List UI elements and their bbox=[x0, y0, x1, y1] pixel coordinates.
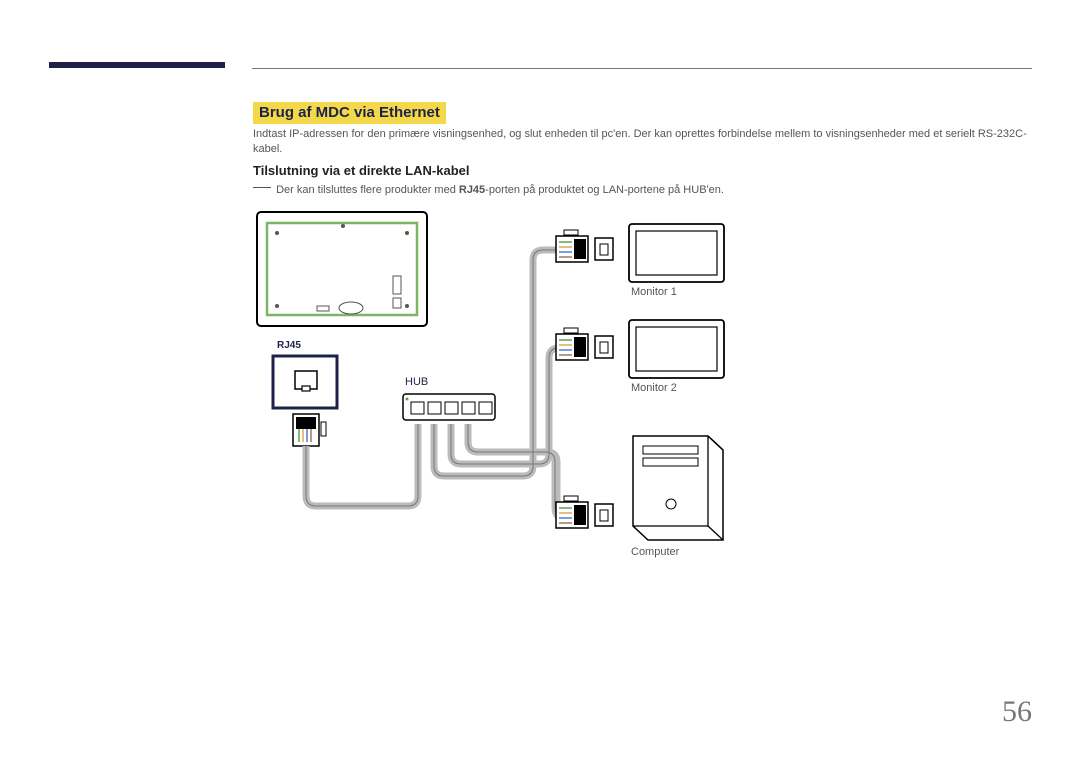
display-back-panel-icon bbox=[257, 212, 427, 326]
source-rj45-plug-icon bbox=[293, 414, 326, 446]
source-port-box-icon bbox=[273, 356, 337, 408]
hub-icon bbox=[403, 394, 495, 420]
note-suffix: -porten på produktet og LAN-portene på H… bbox=[485, 184, 724, 196]
diagram-svg bbox=[253, 206, 763, 586]
rj45-label: RJ45 bbox=[277, 340, 301, 351]
sub-section-title: Tilslutning via et direkte LAN-kabel bbox=[253, 163, 469, 178]
note-line: Der kan tilsluttes flere produkter med R… bbox=[253, 184, 1033, 196]
rj45-plug-monitor2-icon bbox=[556, 328, 588, 360]
monitor1-icon bbox=[629, 224, 724, 282]
rj45-jack-computer-icon bbox=[595, 504, 613, 526]
rj45-jack-monitor2-icon bbox=[595, 336, 613, 358]
connection-diagram: RJ45 HUB Monitor 1 Monitor 2 Computer bbox=[253, 206, 763, 586]
note-bold: RJ45 bbox=[459, 184, 485, 196]
accent-bar bbox=[49, 62, 225, 68]
page-number: 56 bbox=[1002, 695, 1032, 729]
monitor2-icon bbox=[629, 320, 724, 378]
rj45-plug-monitor1-icon bbox=[556, 230, 588, 262]
computer-label: Computer bbox=[631, 546, 679, 558]
section-title: Brug af MDC via Ethernet bbox=[253, 102, 446, 124]
monitor2-label: Monitor 2 bbox=[631, 382, 677, 394]
dash-icon bbox=[253, 187, 271, 188]
rj45-jack-monitor1-icon bbox=[595, 238, 613, 260]
hub-label: HUB bbox=[405, 376, 428, 388]
monitor1-label: Monitor 1 bbox=[631, 286, 677, 298]
intro-paragraph: Indtast IP-adressen for den primære visn… bbox=[253, 127, 1033, 157]
document-page: Brug af MDC via Ethernet Indtast IP-adre… bbox=[0, 0, 1080, 763]
note-prefix: Der kan tilsluttes flere produkter med bbox=[276, 184, 459, 196]
computer-tower-icon bbox=[633, 436, 723, 540]
rj45-plug-computer-icon bbox=[556, 496, 588, 528]
top-horizontal-rule bbox=[252, 68, 1032, 69]
